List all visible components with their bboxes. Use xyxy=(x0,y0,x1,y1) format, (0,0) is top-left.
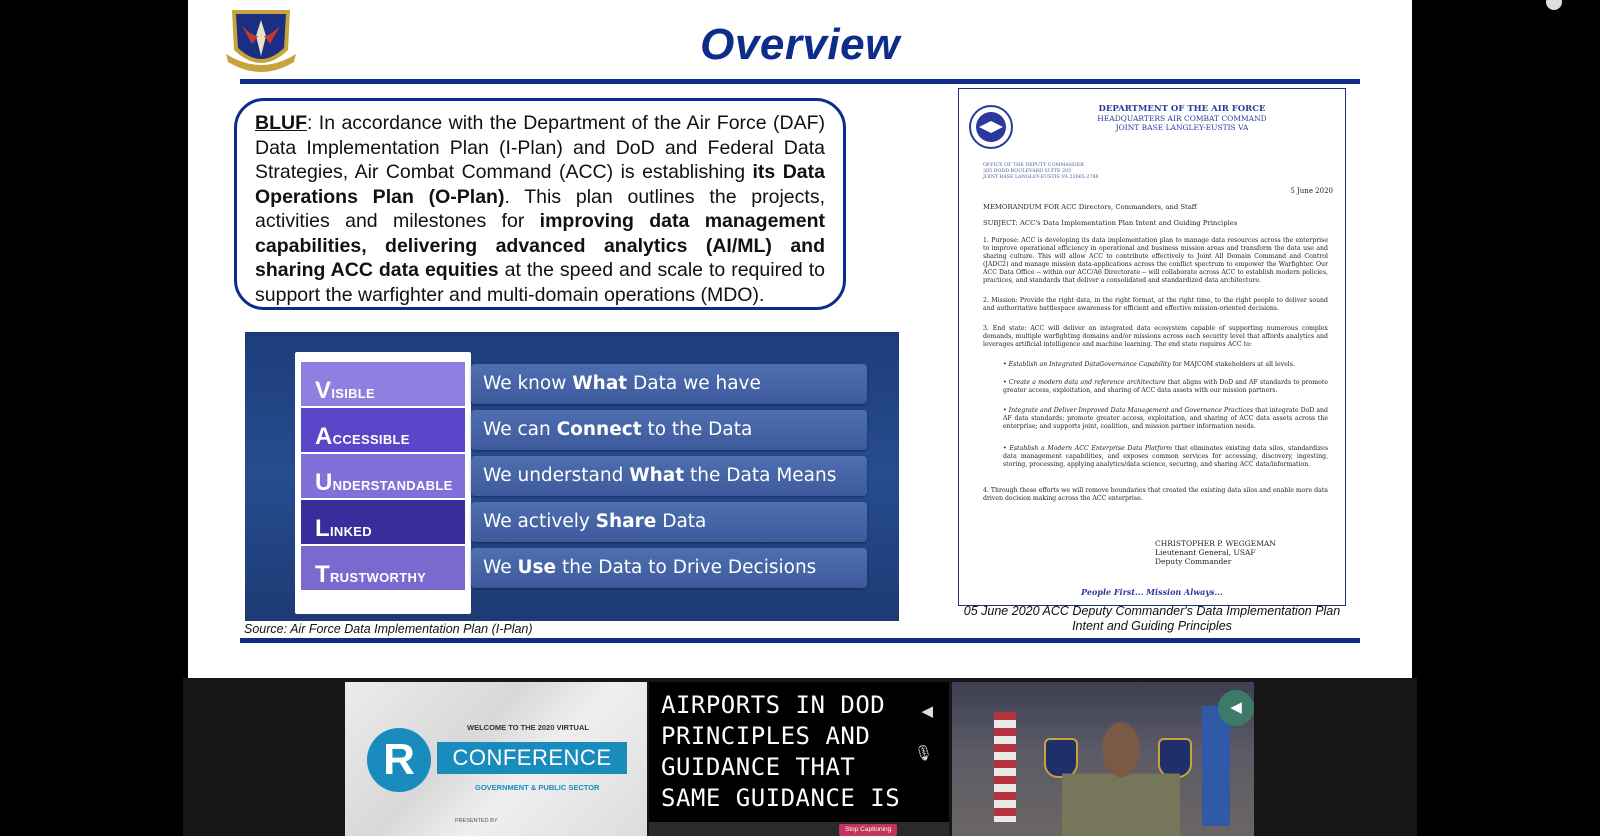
memo-bullet-4: • Establish a Modern ACC Enterprise Data… xyxy=(1003,445,1328,468)
vauth-statement: We Use the Data to Drive Decisions xyxy=(483,548,816,588)
memo-signer-title: Deputy Commander xyxy=(1155,557,1232,566)
vauth-statement: We can Connect to the Data xyxy=(483,410,752,450)
memo-header-3: JOINT BASE LANGLEY-EUSTIS VA xyxy=(1115,123,1249,132)
live-caption-text: AIRPORTS IN DOD PRINCIPLES AND GUIDANCE … xyxy=(661,691,901,812)
vauth-statement-post: the Data Means xyxy=(684,465,837,486)
vauth-statement-pre: We know xyxy=(483,373,573,394)
vauth-graphic: Visible We know What Data we have Accessib… xyxy=(245,332,899,621)
vauth-statement-post: to the Data xyxy=(641,419,753,440)
memo-caption: 05 June 2020 ACC Deputy Commander's Data… xyxy=(963,604,1341,633)
memo-paragraph-4: 4. Through these efforts we will remove … xyxy=(983,487,1328,502)
vauth-statement-keyword: What xyxy=(629,465,685,486)
memo-bullet-1-em: Establish an Integrated DataGovernance C… xyxy=(1008,361,1171,368)
memo-bullet-2: • Create a modern data and reference arc… xyxy=(1003,379,1328,394)
memo-signer-rank: Lieutenant General, USAF xyxy=(1155,548,1256,557)
air-force-flag xyxy=(1202,706,1230,826)
stop-captioning-button[interactable]: Stop Captioning xyxy=(839,824,898,836)
vauth-statement-post: Data we have xyxy=(627,373,761,394)
conference-name: CONFERENCE xyxy=(437,742,627,774)
memo-office: OFFICE OF THE DEPUTY COMMANDER 205 DODD … xyxy=(983,163,1099,180)
vauth-tier-initial: A xyxy=(315,423,333,450)
memo-date: 5 June 2020 xyxy=(1290,187,1333,195)
vauth-tier-5: Trustworthy xyxy=(301,546,465,590)
r-logo-icon: R xyxy=(367,728,431,792)
memo-bullet-3-em: Integrate and Deliver Improved Data Mana… xyxy=(1008,407,1254,414)
memo-for: MEMORANDUM FOR ACC Directors, Commanders… xyxy=(983,203,1197,211)
vauth-tier-1: Visible xyxy=(301,362,465,406)
vauth-tier-initial: U xyxy=(315,469,333,496)
vauth-tier-word: inked xyxy=(329,520,372,541)
memo-footer-motto: People First... Mission Always... xyxy=(1081,587,1223,597)
live-caption-tile[interactable]: AIRPORTS IN DOD PRINCIPLES AND GUIDANCE … xyxy=(649,682,949,836)
source-note: Source: Air Force Data Implementation Pl… xyxy=(244,622,533,636)
memo-paragraph-2: 2. Mission: Provide the right data, in t… xyxy=(983,297,1328,312)
vauth-statement-pre: We understand xyxy=(483,465,630,486)
us-flag xyxy=(994,712,1016,822)
vauth-statement-band: We actively Share Data xyxy=(471,502,867,542)
vauth-tier-4: Linked xyxy=(301,500,465,544)
vauth-statement-keyword: Connect xyxy=(556,419,642,440)
vauth-tier-initial: T xyxy=(315,561,330,588)
bottom-divider xyxy=(240,638,1360,643)
vauth-statement-pre: We actively xyxy=(483,511,596,532)
window-control-icon[interactable] xyxy=(1546,0,1562,10)
memo-signature-block: CHRISTOPHER P. WEGGEMAN Lieutenant Gener… xyxy=(1155,539,1276,566)
vauth-statement-pre: We can xyxy=(483,419,557,440)
vauth-statement: We know What Data we have xyxy=(483,364,761,404)
slide-title: Overview xyxy=(700,20,900,69)
vauth-statement-keyword: Use xyxy=(517,557,557,578)
memo-bullet-4-em: Establish a Modern ACC Enterprise Data P… xyxy=(1009,445,1173,452)
speaker-icon[interactable]: ◀ xyxy=(921,702,933,720)
caption-footer-bar: Stop Captioning xyxy=(649,822,949,836)
vauth-statement-band: We can Connect to the Data xyxy=(471,410,867,450)
memo-header-1: DEPARTMENT OF THE AIR FORCE xyxy=(1098,104,1266,114)
memo-bullet-1-text: for MAJCOM stakeholders at all levels. xyxy=(1170,361,1295,368)
vauth-tier-word: ccessible xyxy=(332,428,410,449)
department-seal-icon xyxy=(969,105,1013,149)
memo-bullet-1: • Establish an Integrated DataGovernance… xyxy=(1003,361,1295,368)
vauth-statement-post: the Data to Drive Decisions xyxy=(556,557,817,578)
memo-paragraph-3: 3. End state: ACC will deliver an integr… xyxy=(983,325,1328,348)
vauth-statement-pre: We xyxy=(483,557,518,578)
presentation-slide: Overview BLUF: In accordance with the De… xyxy=(188,0,1412,678)
vauth-statement-keyword: What xyxy=(572,373,628,394)
conference-subtitle: GOVERNMENT & PUBLIC SECTOR xyxy=(475,783,600,792)
vauth-tier-initial: V xyxy=(315,377,332,404)
memo-bullet-2-em: Create a modern data and reference archi… xyxy=(1008,379,1166,386)
vauth-statement-post: Data xyxy=(656,511,707,532)
memo-subject: SUBJECT: ACC's Data Implementation Plan … xyxy=(983,219,1238,227)
vauth-statement-band: We understand What the Data Means xyxy=(471,456,867,496)
bluf-lead: BLUF xyxy=(255,112,307,134)
title-divider xyxy=(240,79,1360,84)
bluf-text-1: : In accordance with the Department of t… xyxy=(255,112,825,183)
memo-bullet-3: • Integrate and Deliver Improved Data Ma… xyxy=(1003,407,1328,430)
speaker-icon[interactable]: ◀ xyxy=(1218,690,1254,726)
conference-welcome: WELCOME TO THE 2020 VIRTUAL xyxy=(467,723,589,732)
memo-signer-name: CHRISTOPHER P. WEGGEMAN xyxy=(1155,539,1276,548)
vauth-statement: We understand What the Data Means xyxy=(483,456,836,496)
bluf-textbox: BLUF: In accordance with the Department … xyxy=(234,98,846,310)
vauth-tier-word: isible xyxy=(331,382,376,403)
conference-logo-tile[interactable]: WELCOME TO THE 2020 VIRTUAL R CONFERENCE… xyxy=(345,682,647,836)
speaker-person xyxy=(1062,716,1180,836)
vauth-statement-keyword: Share xyxy=(595,511,657,532)
vauth-tier-word: nderstandable xyxy=(332,474,453,495)
memo-header: DEPARTMENT OF THE AIR FORCE HEADQUARTERS… xyxy=(1077,104,1287,133)
memo-header-2: HEADQUARTERS AIR COMBAT COMMAND xyxy=(1097,114,1267,123)
vauth-statement-band: We know What Data we have xyxy=(471,364,867,404)
vauth-tier-word: rustworthy xyxy=(329,566,427,587)
memo-document: DEPARTMENT OF THE AIR FORCE HEADQUARTERS… xyxy=(958,88,1346,606)
vauth-statement-band: We Use the Data to Drive Decisions xyxy=(471,548,867,588)
vauth-tier-2: Accessible xyxy=(301,408,465,452)
speaker-video-tile[interactable]: ◀ xyxy=(952,682,1254,836)
vauth-statement: We actively Share Data xyxy=(483,502,706,542)
vauth-tier-initial: L xyxy=(315,515,330,542)
vauth-tier-3: Understandable xyxy=(301,454,465,498)
conference-presented-by: PRESENTED BY xyxy=(455,818,498,824)
microphone-icon[interactable]: 🎙 xyxy=(914,744,933,762)
memo-paragraph-1: 1. Purpose: ACC is developing its data i… xyxy=(983,237,1328,284)
